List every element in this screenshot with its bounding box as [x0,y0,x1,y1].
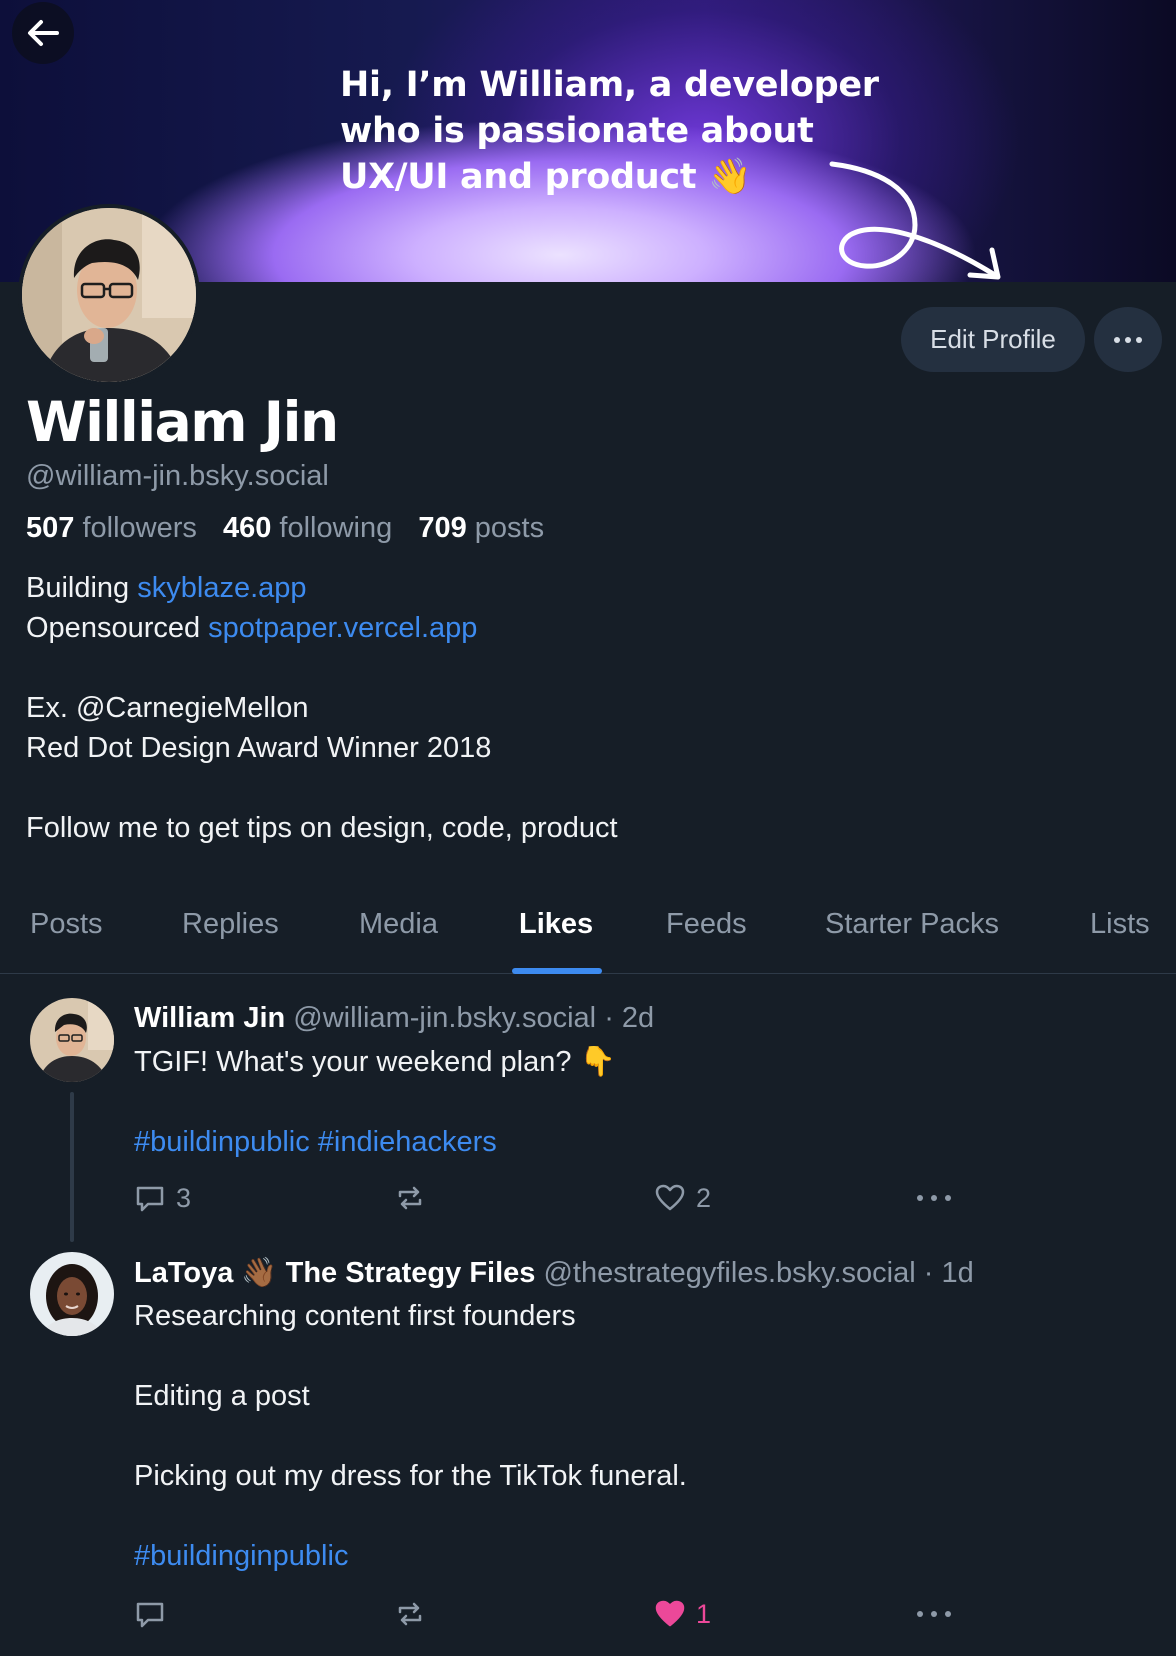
like-button[interactable]: 2 [654,1178,711,1218]
curved-arrow-icon [829,161,1001,280]
tab-starter-packs[interactable]: Starter Packs [825,908,999,941]
active-tab-indicator [512,968,602,974]
profile-stats: 507 followers 460 following 709 posts [26,512,544,545]
tab-likes[interactable]: Likes [519,908,593,941]
back-button[interactable] [12,2,74,64]
followers-stat[interactable]: 507 followers [26,512,197,544]
post-author-name[interactable]: William Jin [134,1002,285,1034]
reply-button[interactable] [134,1594,176,1634]
bio-line1-text: Building [26,572,138,604]
tab-media[interactable]: Media [359,908,438,941]
post-hashtags[interactable]: #buildinginpublic [134,1536,687,1576]
post-hashtags[interactable]: #buildinpublic #indiehackers [134,1122,616,1162]
profile-avatar[interactable] [18,204,200,386]
post-author-name[interactable]: LaToya 👋🏾 The Strategy Files [134,1257,535,1289]
post-author-avatar[interactable] [30,1252,114,1336]
post-actions: 1 [134,1594,974,1634]
post-text-line3: Picking out my dress for the TikTok fune… [134,1460,687,1492]
avatar-image [30,1252,114,1336]
back-arrow-icon [28,20,59,46]
profile-name: William Jin [26,390,339,454]
repost-button[interactable] [394,1178,436,1218]
posts-stat: 709 posts [418,512,544,544]
posts-count: 709 [418,512,467,544]
banner-text: Hi, I’m William, a developer who is pass… [340,65,879,197]
reply-button[interactable]: 3 [134,1178,191,1218]
ellipsis-icon [917,1611,951,1617]
ellipsis-icon [917,1195,951,1201]
post-body: TGIF! What's your weekend plan? 👇 #build… [134,1042,616,1162]
profile-handle: @william-jin.bsky.social [26,460,329,492]
posts-label: posts [474,512,545,544]
profile-tabs: Posts Replies Media Likes Feeds Starter … [0,880,1176,974]
bio-line4: Red Dot Design Award Winner 2018 [26,732,492,764]
reply-count: 3 [176,1182,192,1213]
tab-lists[interactable]: Lists [1090,908,1150,941]
profile-bio: Building skyblaze.app Opensourced spotpa… [26,568,618,848]
like-button[interactable]: 1 [654,1594,711,1634]
edit-profile-button[interactable]: Edit Profile [901,307,1085,372]
post-actions: 3 2 [134,1178,974,1218]
repost-icon [398,1602,422,1626]
thread-line [70,1092,74,1242]
following-count: 460 [222,512,272,544]
bio-line3: Ex. @CarnegieMellon [26,692,309,724]
feed-post[interactable]: LaToya 👋🏾 The Strategy Files @thestrateg… [0,1244,1176,1656]
avatar-image [30,998,114,1082]
followers-label: followers [82,512,197,544]
following-label: following [279,512,393,544]
bio-link-skyblaze[interactable]: skyblaze.app [137,572,306,604]
post-author-avatar[interactable] [30,998,114,1082]
post-author-handle[interactable]: @william-jin.bsky.social [293,1002,596,1034]
post-header: LaToya 👋🏾 The Strategy Files @thestrateg… [134,1256,974,1290]
following-stat[interactable]: 460 following [223,512,392,544]
post-text: TGIF! What's your weekend plan? 👇 [134,1046,616,1078]
like-count: 2 [696,1182,712,1213]
like-count: 1 [696,1598,712,1629]
heart-icon [655,1600,685,1627]
heart-icon [655,1184,685,1211]
post-time: · 1d [923,1257,974,1289]
post-more-button[interactable] [916,1178,952,1218]
repost-icon [398,1186,422,1210]
tab-posts[interactable]: Posts [30,908,103,941]
post-header: William Jin @william-jin.bsky.social · 2… [134,1002,654,1035]
tab-feeds[interactable]: Feeds [666,908,747,941]
profile-more-button[interactable] [1094,307,1162,372]
tab-replies[interactable]: Replies [182,908,279,941]
comment-icon [136,1186,164,1212]
ellipsis-icon [1114,336,1142,343]
post-author-handle[interactable]: @thestrategyfiles.bsky.social [543,1257,915,1289]
comment-icon [136,1602,164,1628]
post-text-line1: Researching content first founders [134,1300,576,1332]
bio-link-spotpaper[interactable]: spotpaper.vercel.app [208,612,477,644]
post-more-button[interactable] [916,1594,952,1634]
post-body: Researching content first founders Editi… [134,1296,687,1576]
bio-line2-text: Opensourced [26,612,209,644]
followers-count: 507 [26,512,75,544]
post-text-line2: Editing a post [134,1380,310,1412]
repost-button[interactable] [394,1594,436,1634]
avatar-image [22,208,196,382]
feed-post[interactable]: William Jin @william-jin.bsky.social · 2… [0,990,1176,1242]
bio-line5: Follow me to get tips on design, code, p… [26,812,618,844]
post-time: · 2d [604,1002,655,1034]
